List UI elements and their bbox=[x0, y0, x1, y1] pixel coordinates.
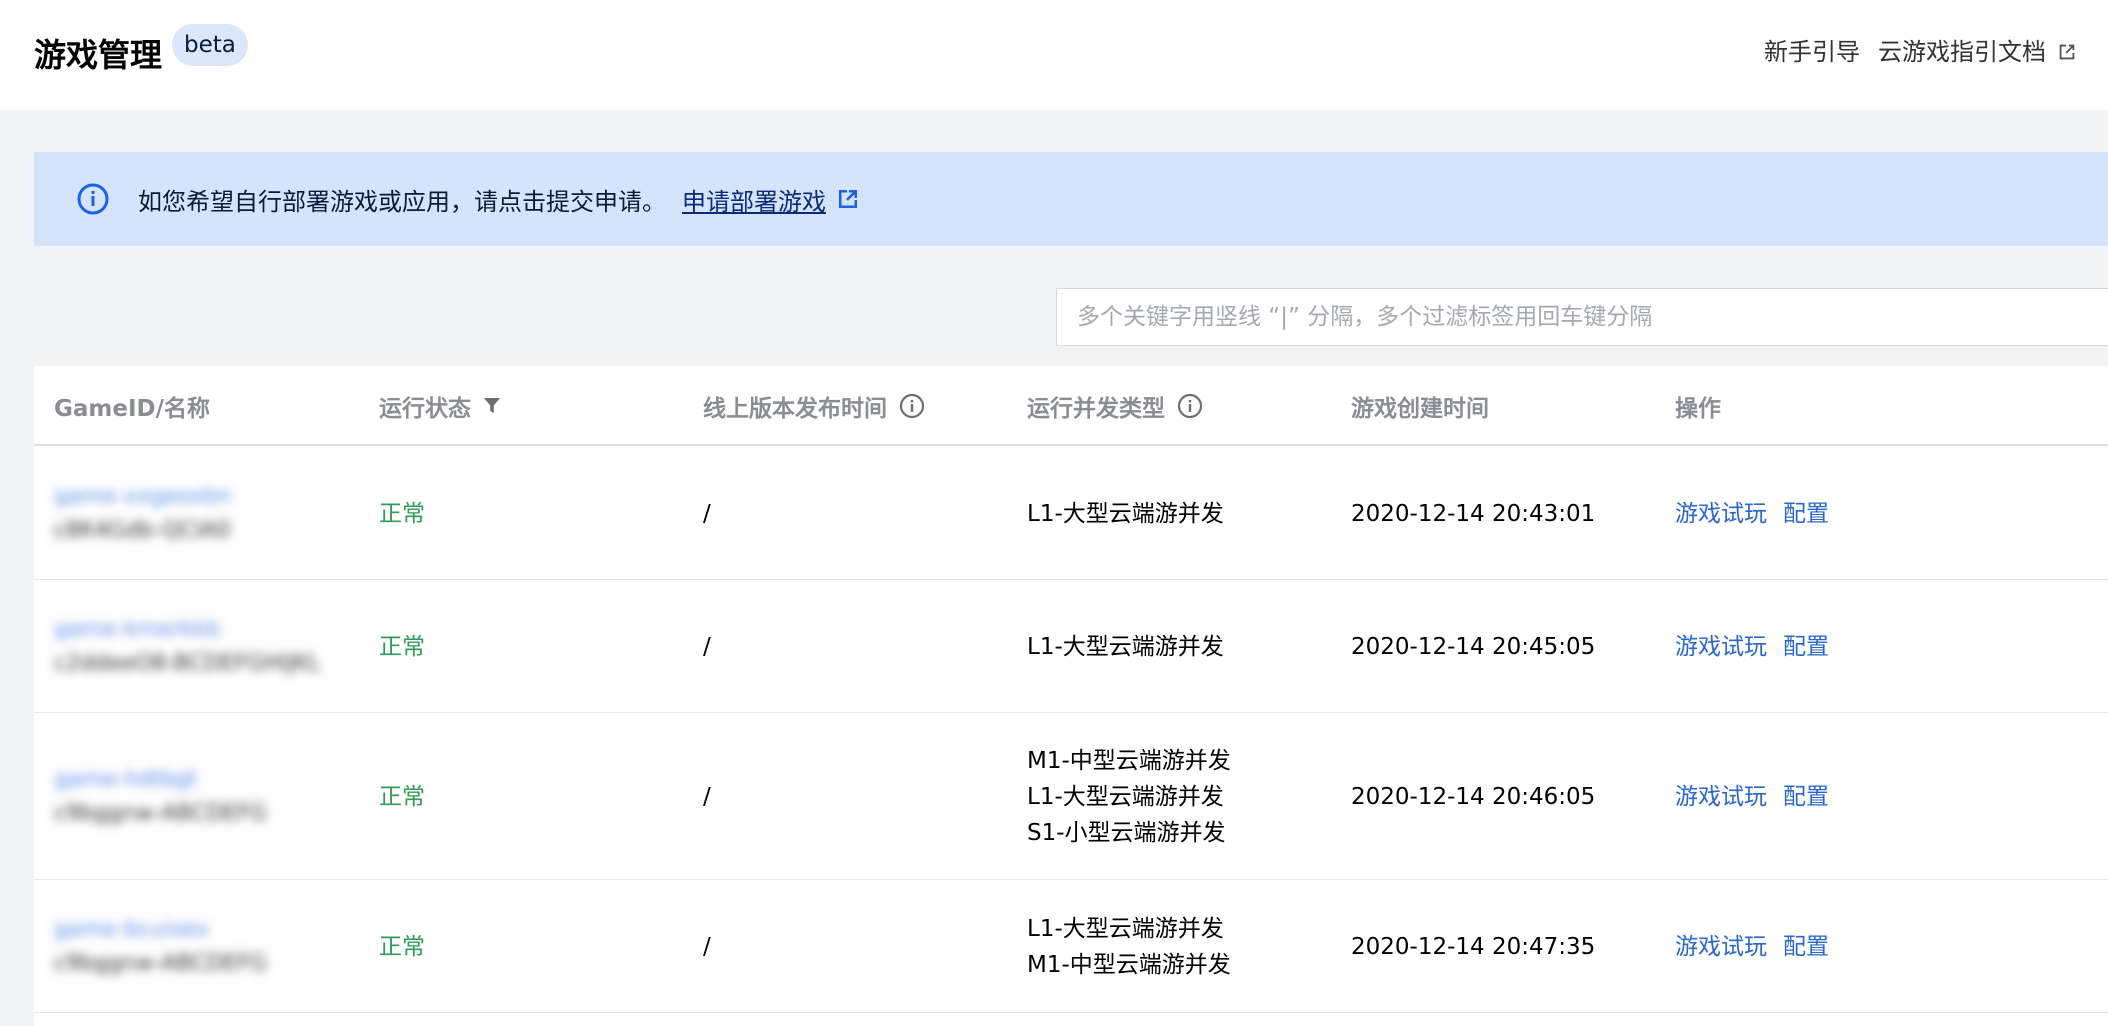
column-header-created: 游戏创建时间 bbox=[1351, 366, 1489, 446]
table-row: game-kmerkkb c2ddeeO8-BCDEFGHIJKL 正常 / L… bbox=[34, 581, 2108, 713]
column-header-actions: 操作 bbox=[1675, 366, 1721, 446]
gameid-cell: game-xxgeoxbn c8K4Gdb-QCIA0 bbox=[54, 448, 232, 579]
guide-link[interactable]: 新手引导 bbox=[1764, 34, 1860, 70]
config-button[interactable]: 配置 bbox=[1783, 496, 1829, 532]
game-id-link[interactable]: game-kmerkkb bbox=[54, 613, 320, 647]
concurrency-type: L1-大型云端游并发 bbox=[1027, 633, 1224, 660]
concurrency-type: L1-大型云端游并发 bbox=[1027, 783, 1224, 810]
actions-cell: 游戏试玩 配置 bbox=[1675, 448, 1845, 579]
column-header-label: 运行并发类型 bbox=[1027, 396, 1165, 422]
config-button[interactable]: 配置 bbox=[1783, 779, 1829, 815]
info-circle-icon[interactable] bbox=[1177, 393, 1203, 419]
trial-button[interactable]: 游戏试玩 bbox=[1675, 929, 1767, 965]
game-id-link[interactable]: game-xxgeoxbn bbox=[54, 480, 232, 514]
release-time-cell: / bbox=[703, 633, 711, 660]
notice-text: 如您希望自行部署游戏或应用，请点击提交申请。 bbox=[138, 187, 666, 216]
concurrency-type: M1-中型云端游并发 bbox=[1027, 951, 1231, 978]
info-circle-icon[interactable] bbox=[899, 393, 925, 419]
column-header-gameid: GameID/名称 bbox=[54, 366, 210, 446]
column-header-label: 操作 bbox=[1675, 396, 1721, 422]
search-input[interactable] bbox=[1056, 288, 2108, 346]
release-time-cell: / bbox=[703, 783, 711, 810]
page-title: 游戏管理 bbox=[34, 36, 163, 74]
external-link-icon[interactable] bbox=[836, 187, 860, 211]
apply-deploy-link[interactable]: 申请部署游戏 bbox=[682, 182, 826, 217]
external-link-icon[interactable] bbox=[2056, 41, 2078, 63]
table-row: game-hdtbgt c9bggnw-ABCDEFG 正常 / M1-中型云端… bbox=[34, 714, 2108, 880]
game-id-link[interactable]: game-bcuixex bbox=[54, 913, 267, 947]
status-cell: 正常 bbox=[379, 500, 425, 527]
created-time-cell: 2020-12-14 20:46:05 bbox=[1351, 783, 1596, 810]
actions-cell: 游戏试玩 配置 bbox=[1675, 581, 1845, 712]
trial-button[interactable]: 游戏试玩 bbox=[1675, 496, 1767, 532]
gameid-cell: game-kmerkkb c2ddeeO8-BCDEFGHIJKL bbox=[54, 581, 320, 712]
actions-cell: 游戏试玩 配置 bbox=[1675, 881, 1845, 1012]
concurrency-type: L1-大型云端游并发 bbox=[1027, 500, 1224, 527]
filter-funnel-icon[interactable] bbox=[483, 396, 501, 416]
docs-link[interactable]: 云游戏指引文档 bbox=[1878, 34, 2046, 70]
table-row: game-bcuixex c9bggnw-ABCDEFG 正常 / L1-大型云… bbox=[34, 881, 2108, 1013]
column-header-label: 游戏创建时间 bbox=[1351, 396, 1489, 422]
header-links: 新手引导 云游戏指引文档 bbox=[1746, 34, 2078, 70]
beta-badge: beta bbox=[172, 24, 248, 66]
created-time-cell: 2020-12-14 20:47:35 bbox=[1351, 933, 1596, 960]
concurrency-type: L1-大型云端游并发 bbox=[1027, 915, 1224, 942]
games-table: GameID/名称 运行状态 线上版本发布时间 运行并发类型 游戏创建时间 操作… bbox=[34, 366, 2108, 1026]
status-cell: 正常 bbox=[379, 933, 425, 960]
table-row: game-xxgeoxbn c8K4Gdb-QCIA0 正常 / L1-大型云端… bbox=[34, 448, 2108, 580]
column-header-label: 线上版本发布时间 bbox=[703, 396, 887, 422]
info-circle-icon bbox=[77, 183, 109, 215]
concurrency-cell: L1-大型云端游并发 M1-中型云端游并发 bbox=[1027, 881, 1231, 1012]
game-name: c9bggnw-ABCDEFG bbox=[54, 950, 268, 976]
concurrency-type: S1-小型云端游并发 bbox=[1027, 819, 1226, 846]
game-name: c9bggnw-ABCDEFG bbox=[54, 800, 268, 826]
config-button[interactable]: 配置 bbox=[1783, 929, 1829, 965]
actions-cell: 游戏试玩 配置 bbox=[1675, 714, 1845, 879]
game-name: c2ddeeO8-BCDEFGHIJKL bbox=[54, 650, 321, 676]
release-time-cell: / bbox=[703, 933, 711, 960]
trial-button[interactable]: 游戏试玩 bbox=[1675, 629, 1767, 665]
game-id-link[interactable]: game-hdtbgt bbox=[54, 763, 267, 797]
column-header-release: 线上版本发布时间 bbox=[703, 366, 925, 446]
gameid-cell: game-hdtbgt c9bggnw-ABCDEFG bbox=[54, 714, 267, 879]
column-header-label: 运行状态 bbox=[379, 396, 471, 422]
status-cell: 正常 bbox=[379, 633, 425, 660]
config-button[interactable]: 配置 bbox=[1783, 629, 1829, 665]
concurrency-cell: L1-大型云端游并发 bbox=[1027, 448, 1224, 579]
page-header: 游戏管理 beta 新手引导 云游戏指引文档 bbox=[0, 0, 2108, 110]
concurrency-type: M1-中型云端游并发 bbox=[1027, 747, 1231, 774]
release-time-cell: / bbox=[703, 500, 711, 527]
table-header: GameID/名称 运行状态 线上版本发布时间 运行并发类型 游戏创建时间 操作 bbox=[34, 366, 2108, 446]
column-header-status: 运行状态 bbox=[379, 366, 501, 446]
column-header-concurrency: 运行并发类型 bbox=[1027, 366, 1203, 446]
column-header-label: GameID/名称 bbox=[54, 396, 211, 422]
created-time-cell: 2020-12-14 20:43:01 bbox=[1351, 500, 1596, 527]
concurrency-cell: M1-中型云端游并发 L1-大型云端游并发 S1-小型云端游并发 bbox=[1027, 714, 1231, 879]
trial-button[interactable]: 游戏试玩 bbox=[1675, 779, 1767, 815]
gameid-cell: game-bcuixex c9bggnw-ABCDEFG bbox=[54, 881, 267, 1012]
created-time-cell: 2020-12-14 20:45:05 bbox=[1351, 633, 1596, 660]
notice-banner: 如您希望自行部署游戏或应用，请点击提交申请。 申请部署游戏 bbox=[34, 152, 2108, 246]
concurrency-cell: L1-大型云端游并发 bbox=[1027, 581, 1224, 712]
game-name: c8K4Gdb-QCIA0 bbox=[54, 517, 231, 543]
status-cell: 正常 bbox=[379, 783, 425, 810]
